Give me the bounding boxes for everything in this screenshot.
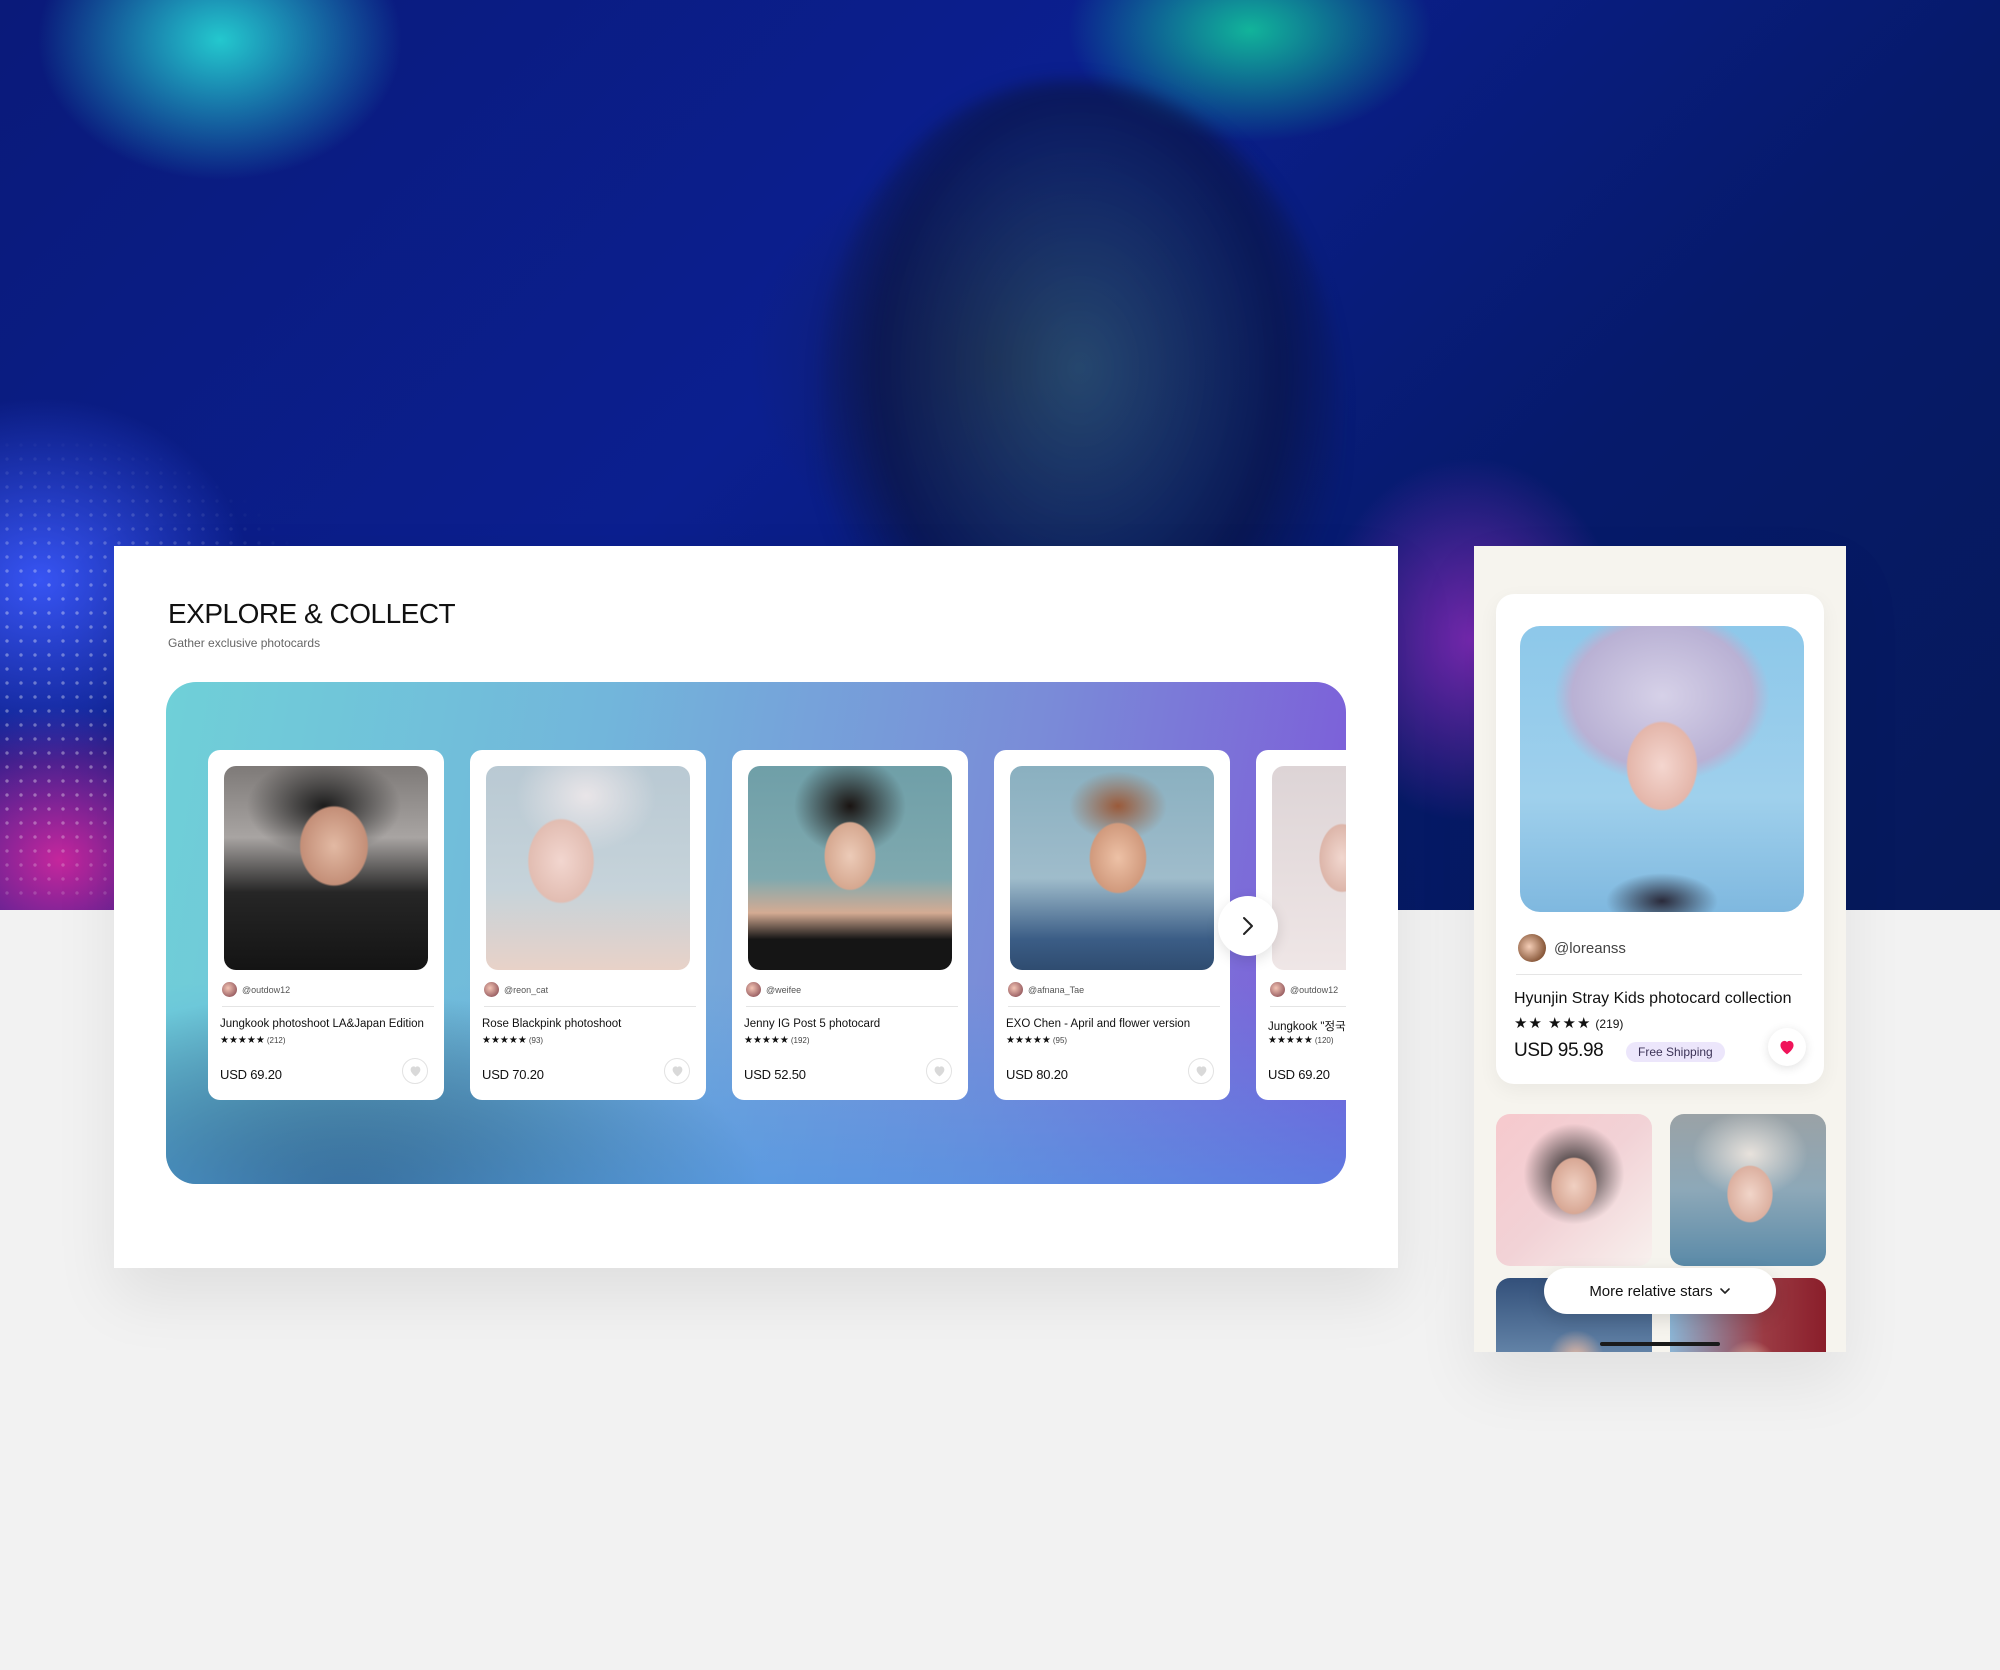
favorite-button[interactable] <box>402 1058 428 1084</box>
like-button[interactable] <box>1768 1028 1806 1066</box>
seller[interactable]: @weifee <box>746 982 801 997</box>
favorite-button[interactable] <box>926 1058 952 1084</box>
divider <box>1270 1006 1346 1007</box>
rating-stars: ★★★★★ <box>744 1035 789 1046</box>
more-button-label: More relative stars <box>1589 1282 1713 1300</box>
rating: ★★ ★★★ (219) <box>1514 1014 1623 1032</box>
mobile-detail-panel: @loreanss Hyunjin Stray Kids photocard c… <box>1474 546 1846 1352</box>
divider <box>1516 974 1802 975</box>
card-title[interactable]: Rose Blackpink photoshoot <box>482 1018 700 1030</box>
rating-count: (219) <box>1595 1017 1624 1031</box>
rating-stars: ★★★★★ <box>1006 1035 1051 1046</box>
featured-photocard[interactable]: @loreanss Hyunjin Stray Kids photocard c… <box>1496 594 1824 1084</box>
rating: ★★★★★ (212) <box>220 1035 286 1046</box>
seller-handle: @reon_cat <box>504 984 549 995</box>
heart-icon <box>1780 1040 1794 1055</box>
price: USD 80.20 <box>1006 1067 1068 1082</box>
price: USD 52.50 <box>744 1067 806 1082</box>
explore-panel: EXPLORE & COLLECT Gather exclusive photo… <box>114 546 1398 1268</box>
chevron-right-icon <box>1243 917 1253 935</box>
photocard-image[interactable] <box>1010 766 1214 970</box>
avatar <box>1518 934 1546 962</box>
seller-handle: @afnana_Tae <box>1028 984 1085 995</box>
avatar <box>1270 982 1285 997</box>
divider <box>746 1006 958 1007</box>
divider <box>484 1006 696 1007</box>
price: USD 69.20 <box>220 1067 282 1082</box>
photocard-image[interactable] <box>1272 766 1346 970</box>
heart-icon <box>934 1066 944 1077</box>
favorite-button[interactable] <box>664 1058 690 1084</box>
card-title[interactable]: Jungkook photoshoot LA&Japan Edition <box>220 1018 438 1030</box>
seller[interactable]: @outdow12 <box>222 982 290 997</box>
rating: ★★★★★ (93) <box>482 1035 543 1046</box>
related-star-thumbnail[interactable] <box>1496 1114 1652 1266</box>
card-title[interactable]: Jungkook "정국 <box>1268 1018 1346 1034</box>
page-subtitle: Gather exclusive photocards <box>168 636 321 650</box>
seller-handle: @loreanss <box>1554 939 1626 957</box>
card-title[interactable]: EXO Chen - April and flower version <box>1006 1018 1224 1030</box>
seller[interactable]: @afnana_Tae <box>1008 982 1084 997</box>
photocard-card[interactable]: @weifee Jenny IG Post 5 photocard ★★★★★(… <box>732 750 968 1100</box>
rating: ★★★★★ (120) <box>1268 1035 1334 1046</box>
rating-stars: ★★★★★ <box>482 1035 527 1046</box>
rating-count: (120) <box>1314 1036 1334 1045</box>
seller-handle: @weifee <box>766 984 802 995</box>
photocard-carousel: @outdow12 Jungkook photoshoot LA&Japan E… <box>166 682 1346 1184</box>
heart-icon <box>1196 1066 1206 1077</box>
rating-count: (95) <box>1052 1036 1068 1045</box>
price: USD 69.20 <box>1268 1067 1330 1082</box>
heart-icon <box>672 1066 682 1077</box>
rating-stars: ★★ ★★★ <box>1514 1015 1592 1032</box>
rating: ★★★★★ (192) <box>744 1035 810 1046</box>
photocard-image[interactable] <box>748 766 952 970</box>
featured-photo[interactable] <box>1520 626 1804 912</box>
more-relative-stars-button[interactable]: More relative stars <box>1544 1268 1776 1314</box>
photocard-card[interactable]: @afnana_Tae EXO Chen - April and flower … <box>994 750 1230 1100</box>
card-title[interactable]: Jenny IG Post 5 photocard <box>744 1018 962 1030</box>
photocard-image[interactable] <box>224 766 428 970</box>
rating-count: (93) <box>528 1036 544 1045</box>
avatar <box>1008 982 1023 997</box>
featured-title[interactable]: Hyunjin Stray Kids photocard collection <box>1514 990 1791 1008</box>
free-shipping-badge: Free Shipping <box>1626 1042 1725 1062</box>
rating-stars: ★★★★★ <box>1268 1035 1313 1046</box>
carousel-next-button[interactable] <box>1218 896 1278 956</box>
rating-stars: ★★★★★ <box>220 1035 265 1046</box>
chevron-down-icon <box>1719 1288 1730 1294</box>
seller-handle: @outdow12 <box>1290 984 1339 995</box>
rating-count: (192) <box>790 1036 810 1045</box>
favorite-button[interactable] <box>1188 1058 1214 1084</box>
page-title: EXPLORE & COLLECT <box>168 598 456 629</box>
avatar <box>484 982 499 997</box>
divider <box>222 1006 434 1007</box>
price: USD 70.20 <box>482 1067 544 1082</box>
seller[interactable]: @outdow12 <box>1270 982 1338 997</box>
seller-handle: @outdow12 <box>242 984 291 995</box>
photocard-card[interactable]: @outdow12 Jungkook photoshoot LA&Japan E… <box>208 750 444 1100</box>
related-star-thumbnail[interactable] <box>1670 1114 1826 1266</box>
avatar <box>746 982 761 997</box>
home-indicator <box>1600 1342 1720 1346</box>
divider <box>1008 1006 1220 1007</box>
featured-price: USD 95.98 <box>1514 1040 1604 1061</box>
seller[interactable]: @reon_cat <box>484 982 548 997</box>
photocard-card[interactable]: @reon_cat Rose Blackpink photoshoot ★★★★… <box>470 750 706 1100</box>
avatar <box>222 982 237 997</box>
heart-icon <box>410 1066 420 1077</box>
rating-count: (212) <box>266 1036 286 1045</box>
seller[interactable]: @loreanss <box>1518 934 1626 962</box>
rating: ★★★★★ (95) <box>1006 1035 1067 1046</box>
photocard-image[interactable] <box>486 766 690 970</box>
